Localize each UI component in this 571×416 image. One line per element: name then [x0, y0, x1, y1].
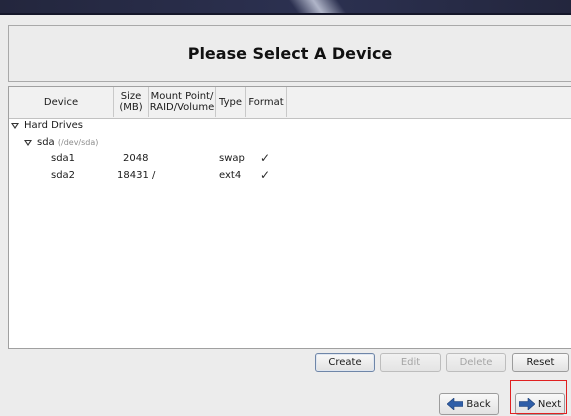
table-row[interactable]: sda1 2048 swap ✓	[9, 151, 569, 168]
device-tree-panel: Device Size (MB) Mount Point/ RAID/Volum…	[8, 86, 571, 349]
edit-button[interactable]: Edit	[380, 353, 441, 372]
row-mount-point: /	[152, 170, 156, 181]
next-highlight-box	[510, 380, 567, 414]
size-header-line1: Size	[120, 91, 142, 102]
drive-name: sda	[37, 137, 55, 148]
row-size: 18431	[117, 170, 149, 181]
column-header-mount[interactable]: Mount Point/ RAID/Volume	[149, 87, 216, 117]
back-button-label: Back	[466, 398, 491, 410]
table-header: Device Size (MB) Mount Point/ RAID/Volum…	[9, 87, 571, 119]
mount-header-line2: RAID/Volume	[149, 102, 215, 113]
format-check-icon: ✓	[260, 151, 271, 165]
row-size: 2048	[123, 153, 149, 164]
column-header-filler	[287, 87, 571, 117]
page-title: Please Select A Device	[187, 44, 393, 63]
column-header-mount-label: Mount Point/ RAID/Volume	[150, 91, 215, 113]
column-header-size[interactable]: Size (MB)	[114, 87, 149, 117]
row-type: swap	[219, 153, 245, 164]
drive-path: (/dev/sda)	[57, 138, 99, 147]
format-check-icon: ✓	[260, 168, 271, 182]
tree-group-hard-drives[interactable]: Hard Drives	[9, 119, 569, 135]
tree-drive-sda[interactable]: sda (/dev/sda)	[9, 136, 569, 152]
create-button[interactable]: Create	[315, 353, 375, 372]
size-header-line2: (MB)	[119, 102, 143, 113]
group-label: Hard Drives	[24, 120, 83, 131]
expand-triangle-icon[interactable]	[24, 140, 32, 146]
back-arrow-icon	[447, 398, 464, 410]
page-title-box: Please Select A Device	[8, 25, 571, 82]
header-banner	[0, 0, 571, 15]
column-header-type[interactable]: Type	[216, 87, 246, 117]
column-header-size-label: Size (MB)	[119, 91, 142, 113]
table-row[interactable]: sda2 18431 / ext4 ✓	[9, 168, 569, 185]
column-header-format-label: Format	[248, 96, 284, 108]
column-header-device-label: Device	[43, 96, 79, 108]
column-header-type-label: Type	[219, 96, 242, 108]
delete-button[interactable]: Delete	[446, 353, 506, 372]
mount-header-line1: Mount Point/	[150, 91, 214, 102]
expand-triangle-icon[interactable]	[11, 123, 19, 129]
row-device: sda2	[51, 170, 76, 181]
row-type: ext4	[219, 170, 242, 181]
reset-button[interactable]: Reset	[512, 353, 569, 372]
column-header-device[interactable]: Device	[9, 87, 114, 117]
back-button[interactable]: Back	[439, 393, 499, 415]
row-device: sda1	[51, 153, 76, 164]
drive-label: sda (/dev/sda)	[37, 137, 98, 148]
column-header-format[interactable]: Format	[246, 87, 287, 117]
banner-edge	[0, 13, 571, 15]
